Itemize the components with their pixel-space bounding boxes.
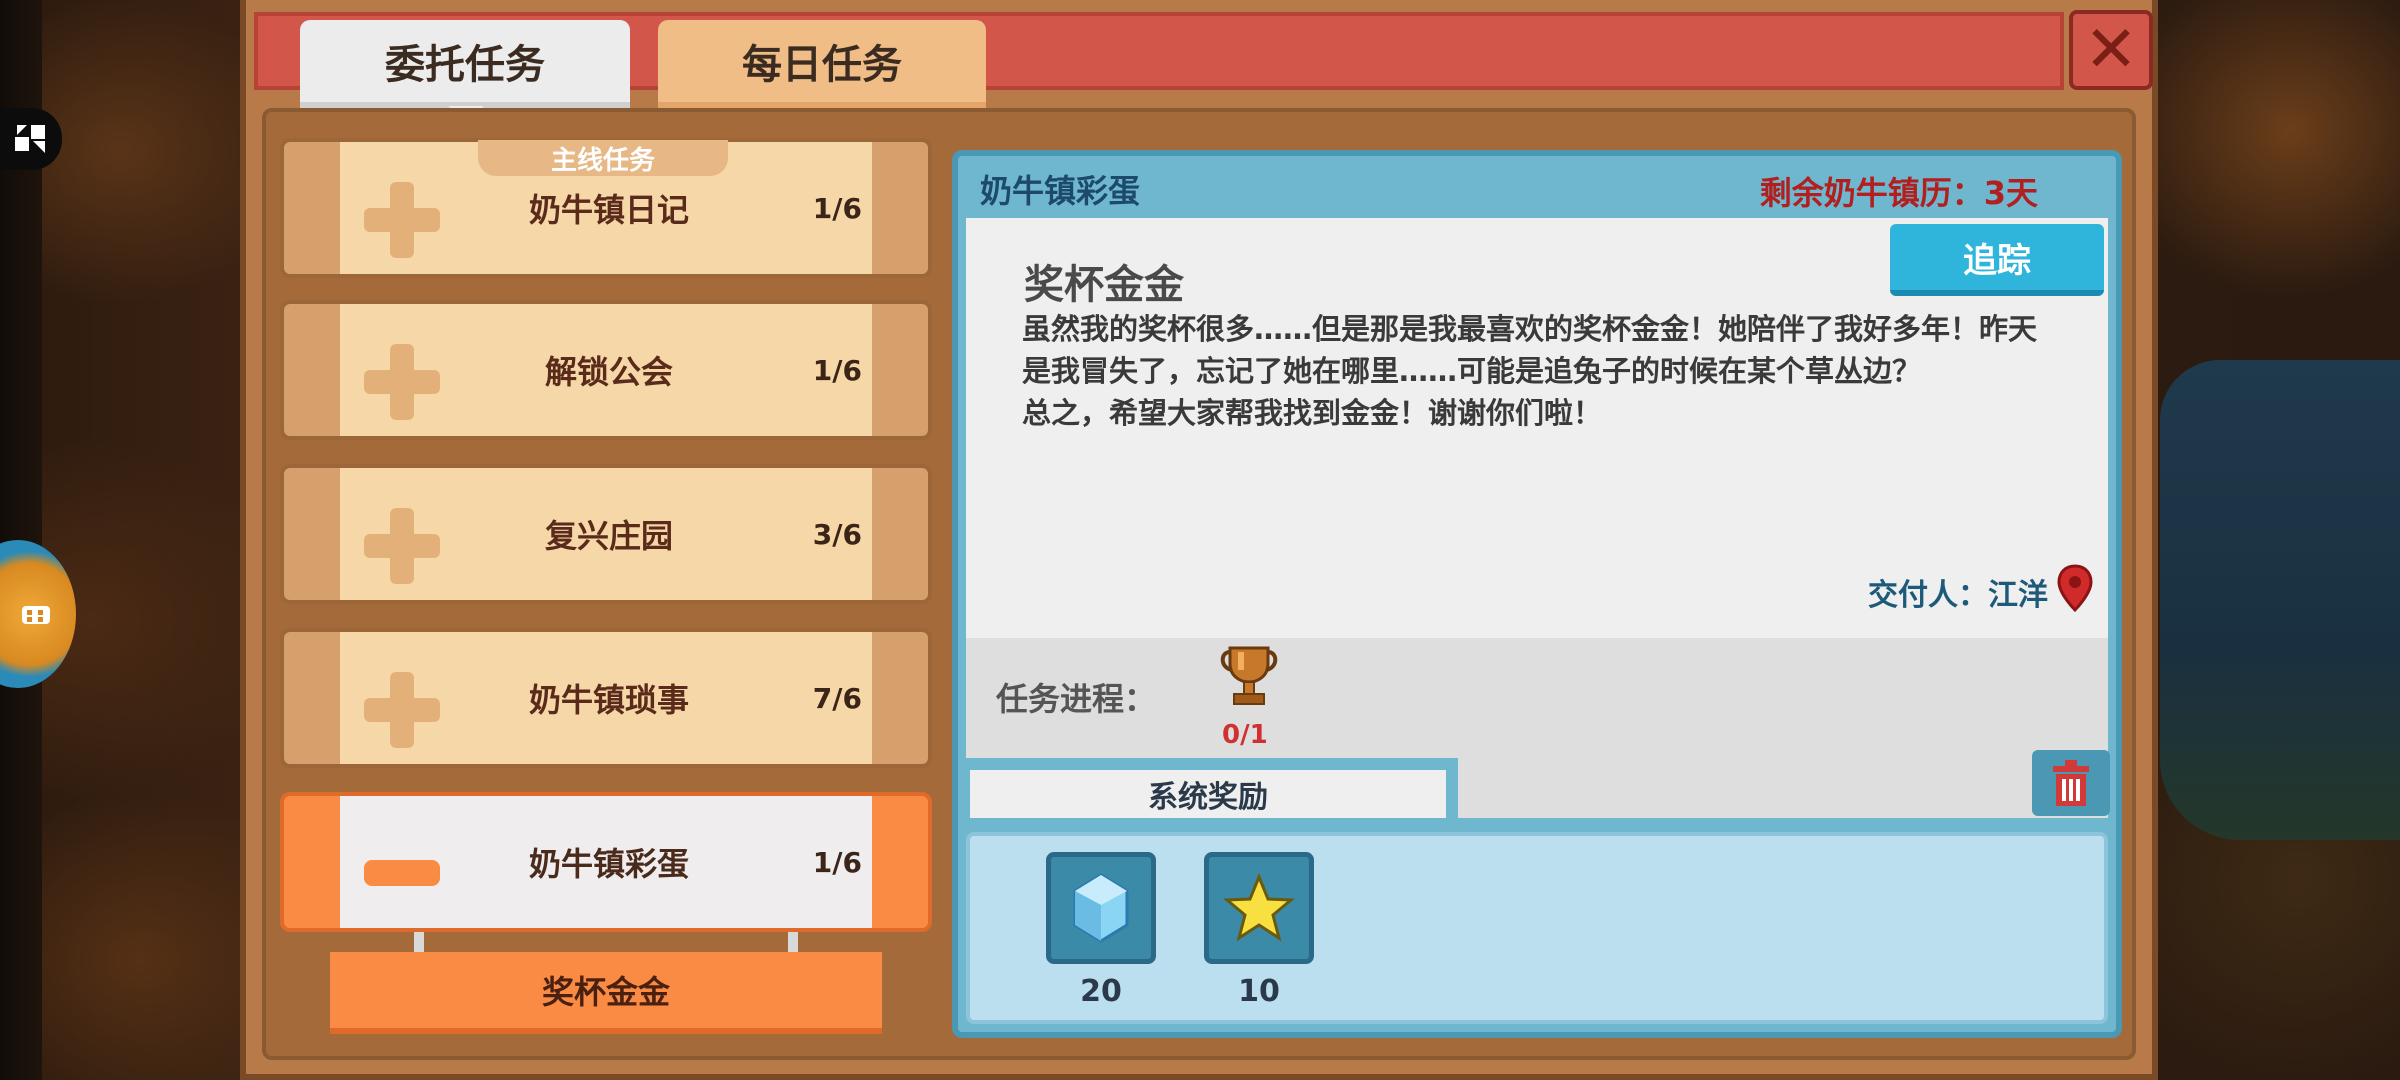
ice-crystal-icon [1073, 873, 1129, 943]
quest-group-name: 奶牛镇琐事 [528, 681, 689, 719]
main-quest-tag: 主线任务 [478, 140, 728, 176]
quest-group-progress: 1/6 [812, 191, 862, 225]
expand-plus-icon [364, 672, 440, 748]
sub-quest-item[interactable]: 奖杯金金 [330, 952, 882, 1034]
quest-group-name: 解锁公会 [544, 353, 673, 391]
location-pin-icon[interactable] [2056, 564, 2094, 612]
reward-quantity: 20 [1080, 974, 1122, 1009]
quest-group-progress: 1/6 [812, 845, 862, 879]
quest-group-progress: 7/6 [812, 681, 862, 715]
trash-icon [2053, 760, 2089, 806]
reward-quantity: 10 [1238, 974, 1280, 1009]
quest-progress-box: 任务进程： 0/1 [966, 638, 2108, 758]
quest-chapter-title: 奶牛镇彩蛋 [980, 172, 1141, 210]
quest-description: 虽然我的奖杯很多……但是那是我最喜欢的奖杯金金！她陪伴了我好多年！昨天 是我冒失… [1022, 308, 2082, 434]
reward-tab-bar [1458, 758, 2108, 818]
quest-group-item[interactable]: 解锁公会 1/6 [280, 300, 932, 440]
star-icon [1223, 873, 1295, 942]
progress-label: 任务进程： [996, 680, 1157, 718]
gamepad-icon [22, 606, 50, 624]
reward-tab-label: 系统奖励 [970, 770, 1446, 818]
reward-item[interactable] [1204, 852, 1314, 964]
track-button[interactable]: 追踪 [1890, 224, 2104, 296]
close-button[interactable]: ✕ [2069, 10, 2153, 90]
tab-system-rewards[interactable]: 系统奖励 [966, 758, 1458, 818]
progress-count: 0/1 [1222, 720, 1268, 750]
expand-plus-icon [364, 344, 440, 420]
expand-plus-icon [364, 508, 440, 584]
puzzle-expand-icon [15, 125, 45, 153]
quest-group-progress: 3/6 [812, 517, 862, 551]
expand-side-button[interactable] [0, 108, 62, 170]
quest-group-item-active[interactable]: 奶牛镇彩蛋 1/6 [280, 792, 932, 932]
remaining-days: 剩余奶牛镇历：3天 [1759, 174, 2038, 212]
connector-line [788, 932, 798, 954]
tab-commission-quests[interactable]: 委托任务 [300, 20, 630, 122]
description-line: 虽然我的奖杯很多……但是那是我最喜欢的奖杯金金！她陪伴了我好多年！昨天 [1022, 312, 2038, 346]
quest-group-name: 复兴庄园 [544, 517, 673, 555]
close-icon: ✕ [2084, 13, 2138, 87]
lake-scenery [2160, 360, 2400, 840]
trophy-icon [1220, 646, 1278, 705]
quest-group-progress: 1/6 [812, 353, 862, 387]
connector-line [414, 932, 424, 954]
description-line: 是我冒失了，忘记了她在哪里……可能是追兔子的时候在某个草丛边？ [1022, 354, 1922, 388]
quest-title: 奖杯金金 [1024, 262, 1184, 308]
reward-area: 20 10 [966, 832, 2108, 1024]
quest-description-box: 奖杯金金 追踪 虽然我的奖杯很多……但是那是我最喜欢的奖杯金金！她陪伴了我好多年… [966, 218, 2108, 638]
quest-detail-panel: 奶牛镇彩蛋 剩余奶牛镇历：3天 奖杯金金 追踪 虽然我的奖杯很多……但是那是我最… [952, 150, 2122, 1038]
quest-group-item[interactable]: 复兴庄园 3/6 [280, 464, 932, 604]
quest-giver: 交付人：江洋 [1868, 578, 2048, 613]
expand-plus-icon [364, 182, 440, 258]
reward-item[interactable] [1046, 852, 1156, 964]
quest-group-item[interactable]: 奶牛镇琐事 7/6 [280, 628, 932, 768]
description-line: 总之，希望大家帮我找到金金！谢谢你们啦！ [1022, 396, 1603, 430]
tab-daily-quests[interactable]: 每日任务 [658, 20, 986, 108]
collapse-minus-icon [364, 860, 440, 886]
abandon-quest-button[interactable] [2032, 750, 2110, 816]
quest-group-name: 奶牛镇彩蛋 [528, 845, 689, 883]
